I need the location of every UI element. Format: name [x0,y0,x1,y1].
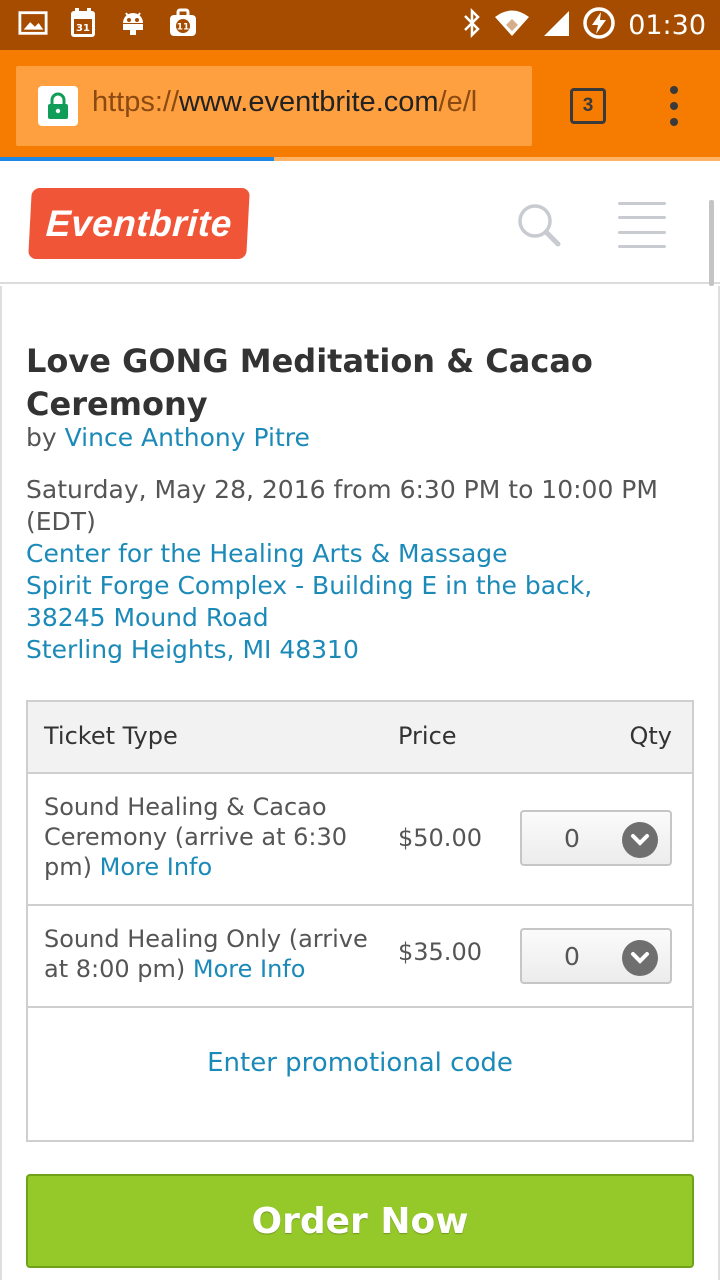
address-bar[interactable]: https://www.eventbrite.com/e/l [16,66,532,146]
calendar-badge: 31 [76,23,90,34]
header-ticket-type: Ticket Type [44,722,178,750]
lock-icon[interactable] [38,86,78,126]
more-info-link[interactable]: More Info [100,853,213,881]
organizer-byline: by Vince Anthony Pitre [26,422,310,454]
event-date: Saturday, May 28, 2016 from 6:30 PM to 1… [26,475,658,536]
tab-switcher-button[interactable]: 3 [570,88,606,124]
ticket-name: Sound Healing & Cacao Ceremony (arrive a… [44,793,348,881]
page-load-progress-track [274,157,720,161]
url-host: www.eventbrite.com [179,86,439,118]
quantity-select[interactable]: 0 [520,928,672,984]
gallery-icon [18,8,48,38]
android-icon [118,8,148,38]
bluetooth-icon [462,7,482,42]
ticket-name: Sound Healing Only (arrive at 8:00 pm) M… [44,925,368,983]
signal-icon [542,9,570,41]
chevron-down-icon[interactable] [622,822,658,858]
header-price: Price [398,722,457,750]
event-title: Love GONG Meditation & Cacao Ceremony [26,342,593,423]
site-header: Eventbrite [0,162,720,284]
address-line-3[interactable]: Sterling Heights, MI 48310 [26,634,706,666]
briefcase-icon: 11 [168,8,198,38]
search-icon[interactable] [516,202,564,250]
header-qty: Qty [629,722,672,750]
by-label: by [26,423,57,452]
ticket-table: Ticket Type Price Qty Sound Healing & Ca… [26,700,694,1142]
address-line-2[interactable]: 38245 Mound Road [26,602,706,634]
url-path: /e/l [438,86,478,118]
page-load-progress [0,157,274,161]
notification-icons: 31 11 [18,8,198,38]
order-now-label: Order Now [251,1200,469,1242]
venue-name[interactable]: Center for the Healing Arts & Massage [26,538,706,570]
scrollbar[interactable] [709,200,714,286]
chevron-down-icon[interactable] [622,940,658,976]
url-scheme: https:// [92,86,180,118]
status-bar: 31 11 01:30 [0,0,720,50]
quantity-value: 0 [564,942,580,971]
order-now-button[interactable]: Order Now [26,1174,694,1268]
ticket-price: $35.00 [398,938,482,966]
logo-text: Eventbrite [44,202,234,244]
overflow-menu-icon[interactable] [662,86,686,126]
organizer-link[interactable]: Vince Anthony Pitre [65,423,310,452]
ticket-price: $50.00 [398,824,482,852]
quantity-select[interactable]: 0 [520,810,672,866]
briefcase-badge: 11 [177,23,190,33]
ticket-table-header: Ticket Type Price Qty [28,702,692,774]
venue-link[interactable]: Center for the Healing Arts & Massage Sp… [26,538,706,666]
ticket-row: Sound Healing & Cacao Ceremony (arrive a… [28,774,692,906]
ticket-row: Sound Healing Only (arrive at 8:00 pm) M… [28,906,692,1008]
browser-toolbar: https://www.eventbrite.com/e/l 3 [0,50,720,160]
eventbrite-logo[interactable]: Eventbrite [28,188,250,259]
url-text[interactable]: https://www.eventbrite.com/e/l [92,86,477,119]
promo-code-link[interactable]: Enter promotional code [28,1048,692,1078]
more-info-link[interactable]: More Info [193,955,306,983]
calendar-icon: 31 [68,8,98,38]
quantity-value: 0 [564,824,580,853]
hamburger-menu-icon[interactable] [618,202,666,248]
address-line-1[interactable]: Spirit Forge Complex - Building E in the… [26,570,706,602]
battery-charging-icon [582,6,616,44]
wifi-icon [494,9,530,41]
clock: 01:30 [628,9,706,41]
